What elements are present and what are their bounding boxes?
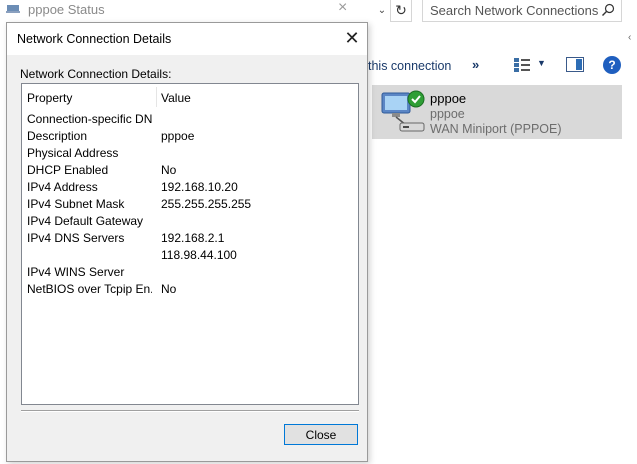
scroll-chevron-icon[interactable]: ‹ <box>628 32 637 43</box>
property-cell: Connection-specific DN... <box>27 112 152 126</box>
address-dropdown-icon[interactable]: ⌄ <box>376 3 388 19</box>
list-item[interactable]: 118.98.44.100 <box>22 248 358 265</box>
list-item[interactable]: Connection-specific DN... <box>22 112 358 129</box>
column-header-value[interactable]: Value <box>161 91 191 105</box>
connection-status: pppoe <box>430 107 465 121</box>
details-list[interactable]: Property Value Connection-specific DN...… <box>21 83 359 405</box>
dialog-close-icon[interactable]: ✕ <box>341 27 363 49</box>
rename-connection-command[interactable]: this connection <box>368 59 451 73</box>
search-icon[interactable] <box>601 3 615 17</box>
property-cell: NetBIOS over Tcpip En... <box>27 282 152 296</box>
preview-pane-icon[interactable] <box>566 57 584 72</box>
property-cell: Description <box>27 129 88 143</box>
property-cell: IPv4 Subnet Mask <box>27 197 125 211</box>
network-connection-icon <box>381 90 425 132</box>
list-item[interactable]: IPv4 WINS Server <box>22 265 358 282</box>
dialog-divider <box>21 410 359 412</box>
details-caption: Network Connection Details: <box>20 67 172 81</box>
property-cell: IPv4 DNS Servers <box>27 231 125 245</box>
status-window-titlebar: pppoe Status × <box>0 0 368 22</box>
connection-name: pppoe <box>430 91 467 106</box>
column-divider[interactable] <box>156 87 157 107</box>
more-commands-button[interactable]: » <box>472 57 479 72</box>
column-header-property[interactable]: Property <box>27 91 72 105</box>
property-cell: Physical Address <box>27 146 119 160</box>
property-cell: DHCP Enabled <box>27 163 109 177</box>
value-cell: 192.168.2.1 <box>161 231 225 245</box>
list-item[interactable]: Physical Address <box>22 146 358 163</box>
value-cell: 255.255.255.255 <box>161 197 252 211</box>
command-bar: this connection » ▼ ? <box>368 54 637 78</box>
network-connection-details-dialog: Network Connection Details ✕ Network Con… <box>6 22 368 462</box>
connection-device: WAN Miniport (PPPOE) <box>430 122 562 136</box>
property-cell: IPv4 Default Gateway <box>27 214 144 228</box>
value-cell: 118.98.44.100 <box>161 248 237 262</box>
status-window-close-icon[interactable]: × <box>338 0 347 17</box>
refresh-icon[interactable]: ↻ <box>390 0 412 22</box>
status-window-title: pppoe Status <box>28 2 105 17</box>
close-button[interactable]: Close <box>284 424 358 445</box>
view-dropdown-icon[interactable]: ▼ <box>537 58 546 68</box>
list-item[interactable]: IPv4 Address 192.168.10.20 <box>22 180 358 197</box>
value-cell: No <box>161 282 177 296</box>
help-icon[interactable]: ? <box>603 56 621 74</box>
value-cell: pppoe <box>161 129 195 143</box>
dialog-titlebar: Network Connection Details ✕ <box>7 23 367 55</box>
connection-item-pppoe[interactable]: pppoe pppoe WAN Miniport (PPPOE) <box>372 85 622 139</box>
search-box <box>422 0 622 22</box>
list-item[interactable]: IPv4 Default Gateway <box>22 214 358 231</box>
property-cell: IPv4 WINS Server <box>27 265 125 279</box>
list-item[interactable]: NetBIOS over Tcpip En... No <box>22 282 358 299</box>
dialog-title: Network Connection Details <box>17 32 172 46</box>
list-item[interactable]: IPv4 DNS Servers 192.168.2.1 <box>22 231 358 248</box>
value-cell: No <box>161 163 177 177</box>
network-icon <box>6 5 20 13</box>
value-cell: 192.168.10.20 <box>161 180 238 194</box>
list-item[interactable]: Description pppoe <box>22 129 358 146</box>
list-item[interactable]: IPv4 Subnet Mask 255.255.255.255 <box>22 197 358 214</box>
search-input[interactable] <box>423 0 602 20</box>
property-cell: IPv4 Address <box>27 180 98 194</box>
list-item[interactable]: DHCP Enabled No <box>22 163 358 180</box>
change-view-icon[interactable] <box>514 58 530 72</box>
